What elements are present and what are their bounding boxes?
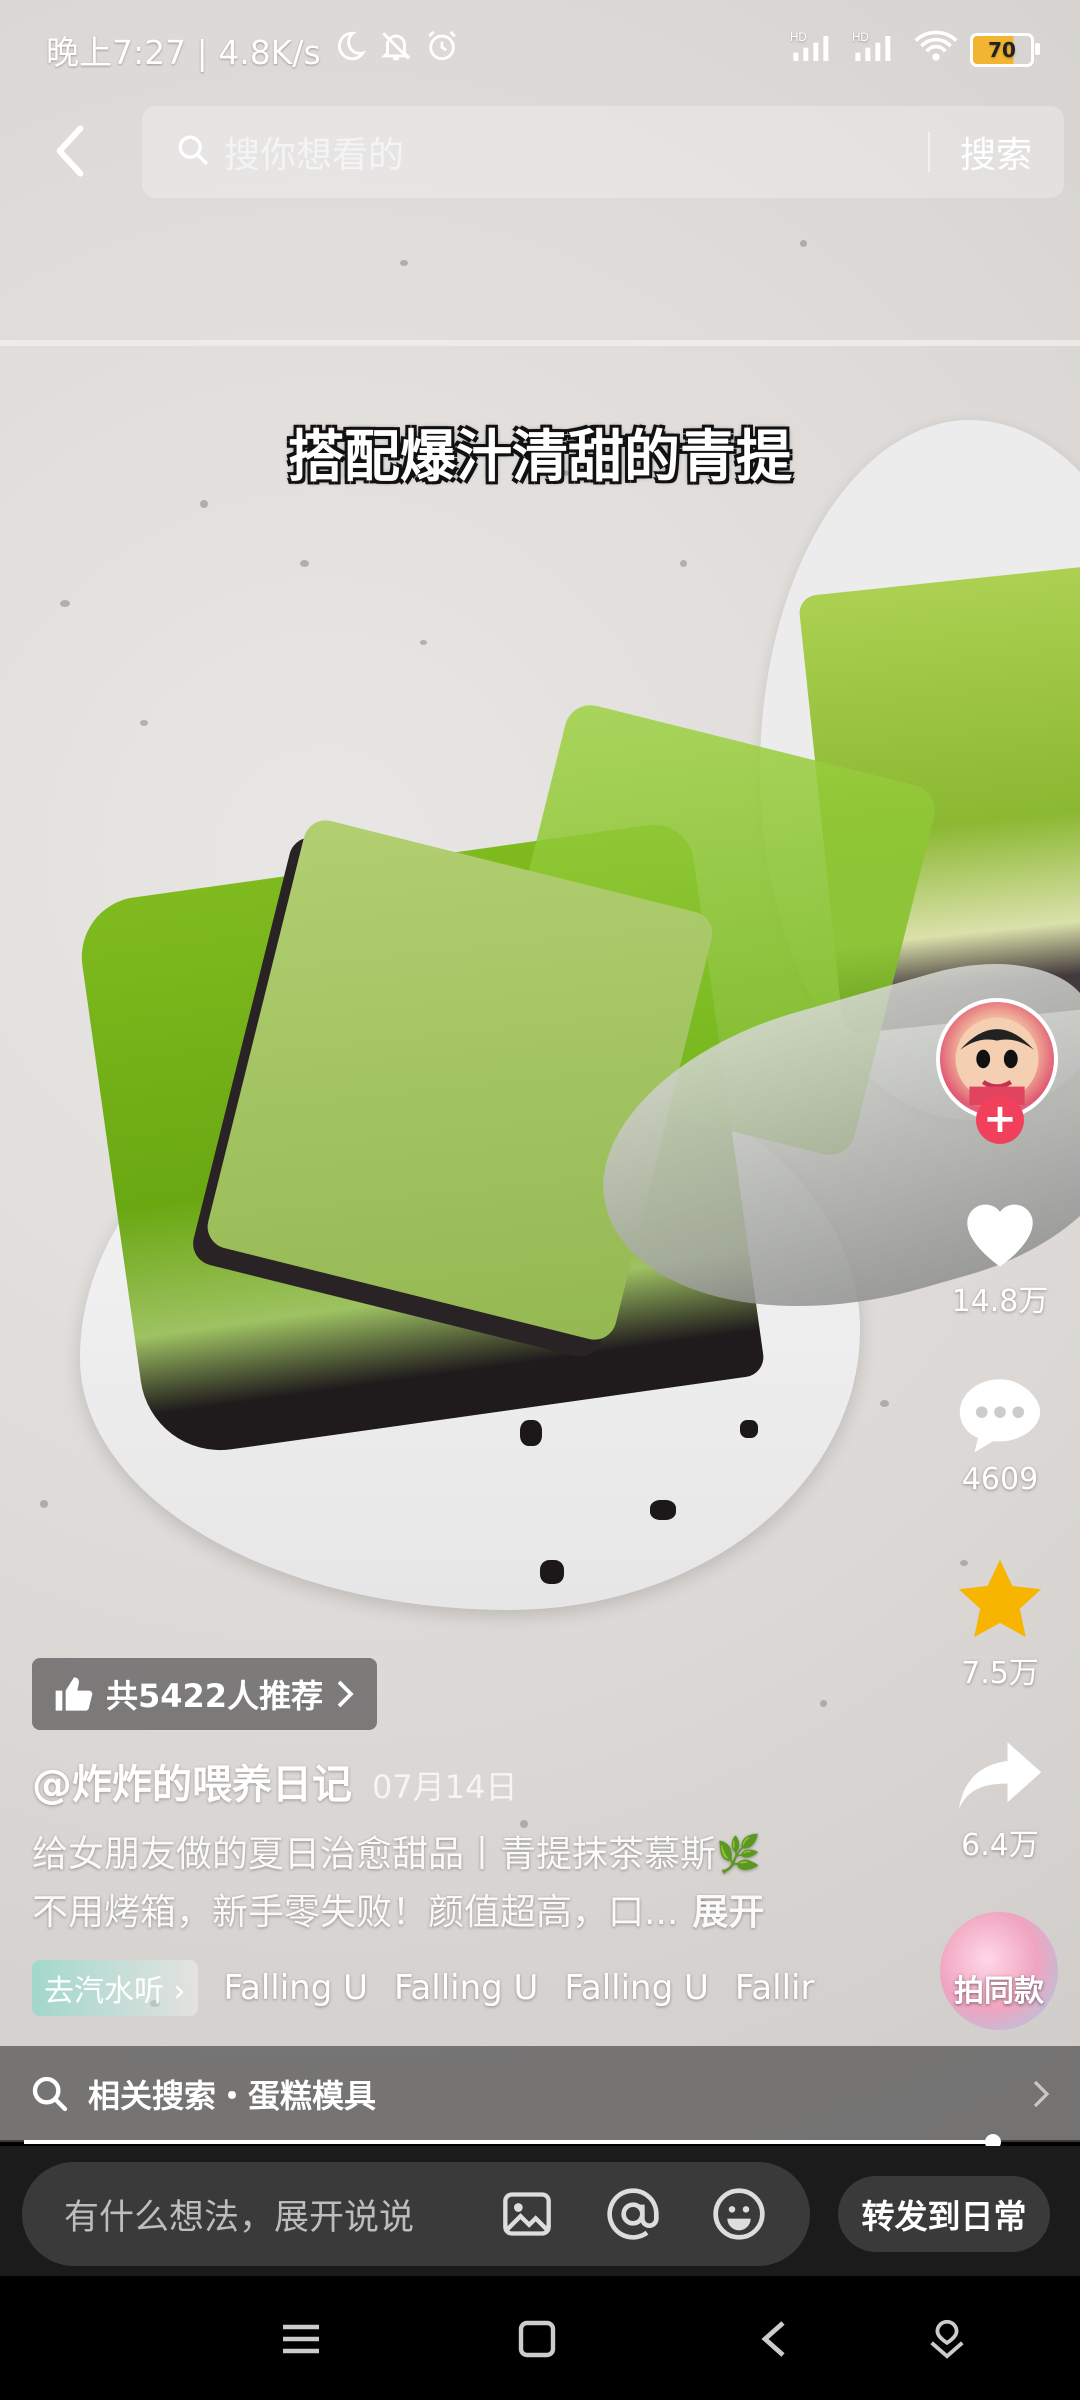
- music-app-tag[interactable]: 去汽水听 ›: [32, 1960, 198, 2016]
- back-arrow-icon: [56, 125, 84, 177]
- signal-hd-icon: HD: [852, 29, 902, 71]
- like-button[interactable]: 14.8万: [930, 1190, 1070, 1320]
- battery-icon: 70: [970, 33, 1040, 67]
- search-icon: [32, 2076, 68, 2112]
- video-caption: 搭配爆汁清甜的青提: [288, 425, 792, 490]
- share-button[interactable]: 6.4万: [930, 1738, 1070, 1864]
- music-tag-label: 去汽水听: [44, 1974, 164, 2009]
- comment-count: 4609: [961, 1462, 1039, 1497]
- video-description[interactable]: 给女朋友做的夏日治愈甜品丨青提抹茶慕斯🌿 不用烤箱，新手零失败！颜值超高，口..…: [32, 1826, 892, 1942]
- same-style-label: 拍同款: [954, 1974, 1044, 2009]
- search-icon: [176, 133, 210, 171]
- wifi-icon: [914, 29, 958, 71]
- author-avatar[interactable]: +: [936, 998, 1064, 1144]
- back-button[interactable]: [40, 118, 100, 184]
- back-nav-icon[interactable]: [738, 2304, 808, 2374]
- status-bar: 晚上7:27 | 4.8K/s HD HD 70: [0, 0, 1080, 100]
- thumbs-up-icon: [55, 1677, 93, 1711]
- desc-line-1: 给女朋友做的夏日治愈甜品丨青提抹茶慕斯🌿: [32, 1834, 761, 1875]
- same-style-button[interactable]: 拍同款: [940, 1912, 1058, 2030]
- music-track: Falling U: [393, 1968, 539, 2008]
- mute-bell-icon: [379, 29, 413, 71]
- comment-bubble-icon: [959, 1379, 1041, 1453]
- alarm-icon: [425, 29, 459, 71]
- cartoon-avatar-icon: [955, 1017, 1039, 1105]
- author-name[interactable]: @炸炸的喂养日记: [32, 1752, 352, 1810]
- chevron-right-icon: [337, 1680, 354, 1708]
- music-track: Falling U: [564, 1968, 709, 2008]
- time-speed-text: 晚上7:27 | 4.8K/s: [46, 33, 321, 72]
- share-count: 6.4万: [961, 1828, 1039, 1863]
- home-icon[interactable]: [502, 2304, 572, 2374]
- follow-button[interactable]: +: [976, 1096, 1024, 1144]
- assistant-icon[interactable]: [912, 2304, 982, 2374]
- favorite-count: 7.5万: [961, 1656, 1039, 1691]
- counter-edge: [0, 340, 1080, 346]
- signal-hd-icon: HD: [790, 29, 840, 71]
- svg-text:HD: HD: [852, 31, 869, 44]
- menu-icon[interactable]: [266, 2304, 336, 2374]
- recommend-text: 共5422人推荐: [106, 1677, 324, 1715]
- video-progress-bar[interactable]: [24, 2140, 994, 2144]
- author-line: @炸炸的喂养日记 07月14日: [32, 1752, 517, 1810]
- at-mention-icon[interactable]: [598, 2179, 668, 2249]
- related-search-label: 相关搜索・蛋糕模具: [88, 2077, 377, 2115]
- chevron-right-icon: [1033, 2080, 1050, 2108]
- emoji-icon[interactable]: [704, 2179, 774, 2249]
- music-track: Fallir: [734, 1968, 815, 2008]
- search-input[interactable]: 搜你想看的: [224, 126, 928, 178]
- forward-to-daily-button[interactable]: 转发到日常: [838, 2176, 1050, 2252]
- image-icon[interactable]: [492, 2179, 562, 2249]
- favorite-button[interactable]: 7.5万: [930, 1556, 1070, 1692]
- desc-line-2: 不用烤箱，新手零失败！颜值超高，口...: [32, 1892, 679, 1933]
- music-row[interactable]: 去汽水听 › Falling U Falling U Falling U Fal…: [32, 1960, 852, 2016]
- search-button[interactable]: 搜索: [930, 126, 1064, 178]
- post-date: 07月14日: [372, 1768, 518, 1806]
- recommend-badge[interactable]: 共5422人推荐: [32, 1658, 378, 1730]
- video-player[interactable]: [0, 0, 1080, 2140]
- share-arrow-icon: [958, 1742, 1042, 1810]
- related-search-bar[interactable]: 相关搜索・蛋糕模具: [0, 2046, 1080, 2142]
- moon-icon: [333, 29, 367, 71]
- music-track: Falling U: [223, 1968, 368, 2008]
- comment-placeholder: 有什么想法，展开说说: [64, 2197, 415, 2238]
- comment-input[interactable]: 有什么想法，展开说说: [22, 2162, 810, 2266]
- comment-button[interactable]: 4609: [930, 1372, 1070, 1497]
- search-bar[interactable]: 搜你想看的 搜索: [142, 106, 1064, 198]
- svg-text:HD: HD: [790, 31, 807, 44]
- star-icon: [958, 1559, 1042, 1638]
- heart-icon: [967, 1204, 1033, 1267]
- like-count: 14.8万: [951, 1284, 1049, 1319]
- expand-button[interactable]: 展开: [692, 1892, 764, 1933]
